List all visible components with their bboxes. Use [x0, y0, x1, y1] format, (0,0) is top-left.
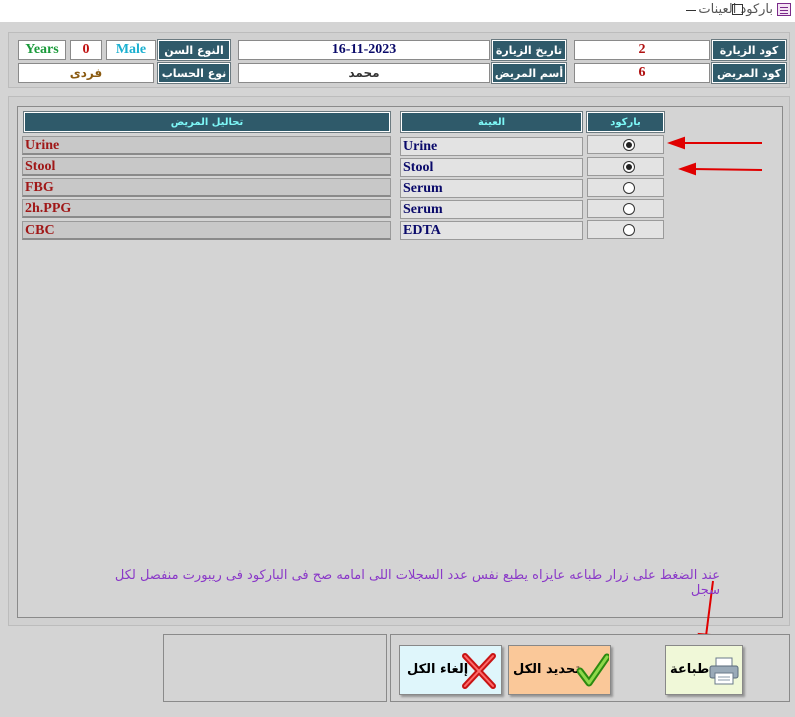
arrow-head: [678, 162, 696, 176]
instruction-note: عند الضغط على زرار طباعه عايزاه يطبع نفس…: [114, 568, 720, 598]
print-button[interactable]: طباعة: [665, 645, 743, 695]
arrow-head: [667, 136, 685, 150]
clear-all-label: إلغاء الكل: [407, 662, 469, 677]
checkmark-icon: [577, 653, 609, 687]
select-all-button[interactable]: تحديد الكل: [508, 645, 611, 695]
print-label: طباعة: [670, 662, 710, 677]
close-x-icon: [462, 653, 496, 689]
select-all-label: تحديد الكل: [513, 662, 581, 677]
printer-icon: [709, 657, 739, 685]
arrow-line: [691, 168, 763, 171]
clear-all-button[interactable]: إلغاء الكل: [399, 645, 502, 695]
footer-left-panel: [163, 634, 387, 702]
annotation-arrows: [667, 136, 763, 651]
